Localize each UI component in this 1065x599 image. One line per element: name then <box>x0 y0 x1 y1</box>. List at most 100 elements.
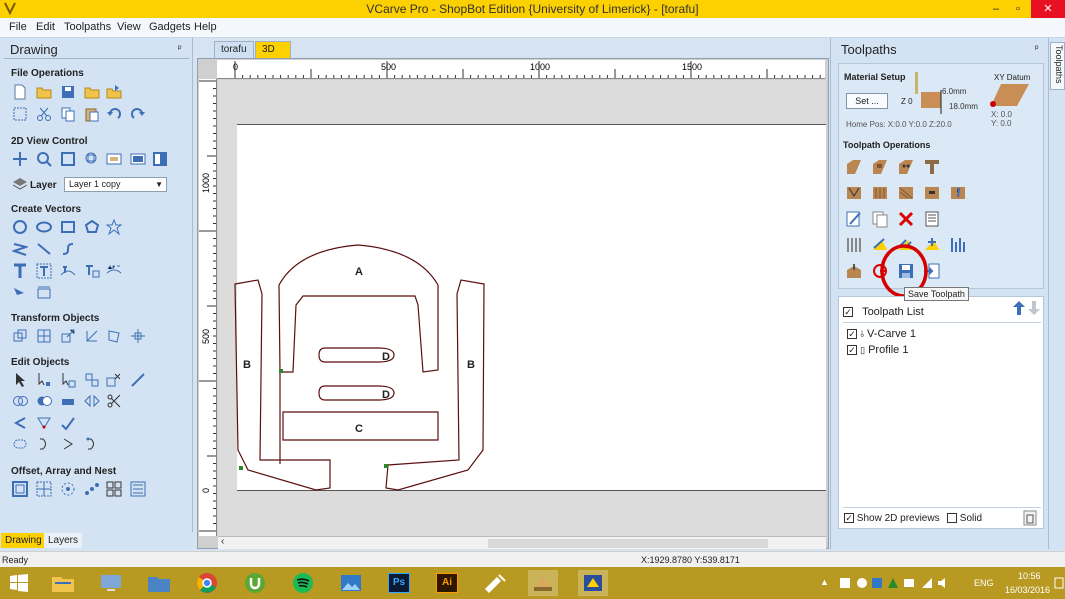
extend-icon[interactable] <box>60 415 76 431</box>
select-all-icon[interactable] <box>12 106 28 122</box>
rotate-icon[interactable] <box>84 328 100 344</box>
menu-toolpaths[interactable]: Toolpaths <box>64 21 111 33</box>
show-previews-checkbox[interactable]: ✓ <box>844 513 854 524</box>
tab-layers[interactable]: Layers <box>44 533 83 548</box>
move-up-icon[interactable] <box>1012 300 1026 316</box>
join-vectors-icon[interactable] <box>12 436 28 452</box>
close-button[interactable]: ✕ <box>1031 0 1065 18</box>
circular-array-icon[interactable] <box>60 481 76 497</box>
copy-icon[interactable] <box>60 106 76 122</box>
clear-previews-icon[interactable] <box>1023 510 1037 526</box>
solid-option[interactable]: Solid <box>947 513 982 524</box>
tray-overflow-icon[interactable]: ▲ <box>820 577 829 587</box>
paste-icon[interactable] <box>84 106 100 122</box>
fit-to-curve-icon[interactable] <box>130 481 146 497</box>
vector-drawing[interactable]: A B B C D D <box>218 80 826 536</box>
save-file-icon[interactable] <box>60 84 76 100</box>
circle-icon[interactable] <box>12 219 28 235</box>
grid-array-icon[interactable] <box>36 481 52 497</box>
prism-toolpath-icon[interactable] <box>897 184 915 202</box>
pin-icon[interactable]: ᵖ <box>178 43 181 53</box>
new-file-icon[interactable] <box>12 84 28 100</box>
nest-parts-icon[interactable] <box>106 481 122 497</box>
scrollbar-thumb[interactable] <box>488 539 768 548</box>
clock-date[interactable]: 16/03/2016 <box>1005 585 1050 595</box>
menu-file[interactable]: File <box>9 21 27 33</box>
folder-icon[interactable] <box>144 570 174 596</box>
text-icon[interactable] <box>12 263 28 279</box>
edit-toolpath-icon[interactable] <box>845 210 863 228</box>
material-preview-icon[interactable] <box>845 262 863 280</box>
maximize-button[interactable]: ▫ <box>1007 0 1029 18</box>
cut-icon[interactable] <box>36 106 52 122</box>
polygon-icon[interactable] <box>84 219 100 235</box>
scissors-icon[interactable] <box>106 393 122 409</box>
cutting-icon[interactable] <box>480 570 510 596</box>
tool-database-icon[interactable] <box>845 236 863 254</box>
scale-icon[interactable] <box>60 328 76 344</box>
tab-torafu[interactable]: torafu <box>214 41 254 58</box>
toggle-2d-3d-icon[interactable] <box>152 151 168 167</box>
set-origin-icon[interactable] <box>130 328 146 344</box>
tab-3d-view[interactable]: 3D View <box>255 41 291 71</box>
rectangle-icon[interactable] <box>60 219 76 235</box>
line-icon[interactable] <box>36 241 52 257</box>
star-icon[interactable] <box>106 219 122 235</box>
text-arc-icon[interactable] <box>106 263 122 279</box>
align-icon[interactable] <box>36 328 52 344</box>
curve-icon[interactable] <box>60 241 76 257</box>
delete-vector-icon[interactable] <box>106 372 122 388</box>
chamfer-icon[interactable] <box>36 415 52 431</box>
redo-icon[interactable] <box>130 106 146 122</box>
illustrator-icon[interactable]: Ai <box>432 570 462 596</box>
undo-icon[interactable] <box>106 106 122 122</box>
fillet-icon[interactable] <box>12 415 28 431</box>
auto-layout-text-icon[interactable] <box>84 263 100 279</box>
inlay-toolpath-icon[interactable] <box>949 184 967 202</box>
spotify-icon[interactable] <box>288 570 318 596</box>
transform-mode-icon[interactable] <box>60 372 76 388</box>
copy-along-vectors-icon[interactable] <box>84 481 100 497</box>
trim-icon[interactable] <box>84 372 100 388</box>
weld-icon[interactable] <box>12 393 28 409</box>
vcarve-icon[interactable] <box>528 570 558 596</box>
toolpath-checkbox[interactable]: ✓ <box>847 329 857 340</box>
clock-time[interactable]: 10:56 <box>1018 571 1041 581</box>
text-box-icon[interactable] <box>36 263 52 279</box>
shopbot-icon[interactable] <box>578 570 608 596</box>
tray-icons[interactable] <box>838 576 948 590</box>
toolpaths-side-tab[interactable]: Toolpaths <box>1050 42 1065 90</box>
toolpath-summary-icon[interactable] <box>923 210 941 228</box>
pocket-toolpath-icon[interactable] <box>871 158 889 176</box>
pin-icon[interactable]: ᵖ <box>1035 43 1038 53</box>
utorrent-icon[interactable] <box>240 570 270 596</box>
start-icon[interactable] <box>4 570 34 596</box>
subtract-icon[interactable] <box>36 393 52 409</box>
scroll-left-icon[interactable]: ‹ <box>221 536 224 547</box>
vcarve-toolpath-icon[interactable] <box>845 184 863 202</box>
import-icon[interactable] <box>106 84 122 100</box>
engraving-toolpath-icon[interactable] <box>923 158 941 176</box>
notifications-icon[interactable] <box>1054 577 1064 589</box>
text-on-curve-icon[interactable] <box>60 263 76 279</box>
solid-checkbox[interactable] <box>947 513 957 524</box>
move-down-icon[interactable] <box>1027 300 1041 316</box>
pan-icon[interactable] <box>12 151 28 167</box>
folder-icon[interactable] <box>84 84 100 100</box>
quick-engrave-icon[interactable] <box>923 184 941 202</box>
draw-vectors-icon[interactable] <box>12 285 28 301</box>
toolpath-checkbox[interactable]: ✓ <box>847 345 857 356</box>
menu-gadgets[interactable]: Gadgets <box>149 21 191 33</box>
file-explorer-icon[interactable] <box>48 570 78 596</box>
polyline-icon[interactable] <box>12 241 28 257</box>
view-material-icon[interactable] <box>106 151 122 167</box>
intersect-icon[interactable] <box>60 393 76 409</box>
drawing-canvas[interactable]: A B B C D D <box>218 80 826 536</box>
photos-icon[interactable] <box>336 570 366 596</box>
language-indicator[interactable]: ENG <box>974 578 994 588</box>
measure-icon[interactable] <box>130 372 146 388</box>
view-page-icon[interactable] <box>130 151 146 167</box>
zoom-icon[interactable] <box>36 151 52 167</box>
open-file-icon[interactable] <box>36 84 52 100</box>
node-edit-icon[interactable] <box>36 372 52 388</box>
